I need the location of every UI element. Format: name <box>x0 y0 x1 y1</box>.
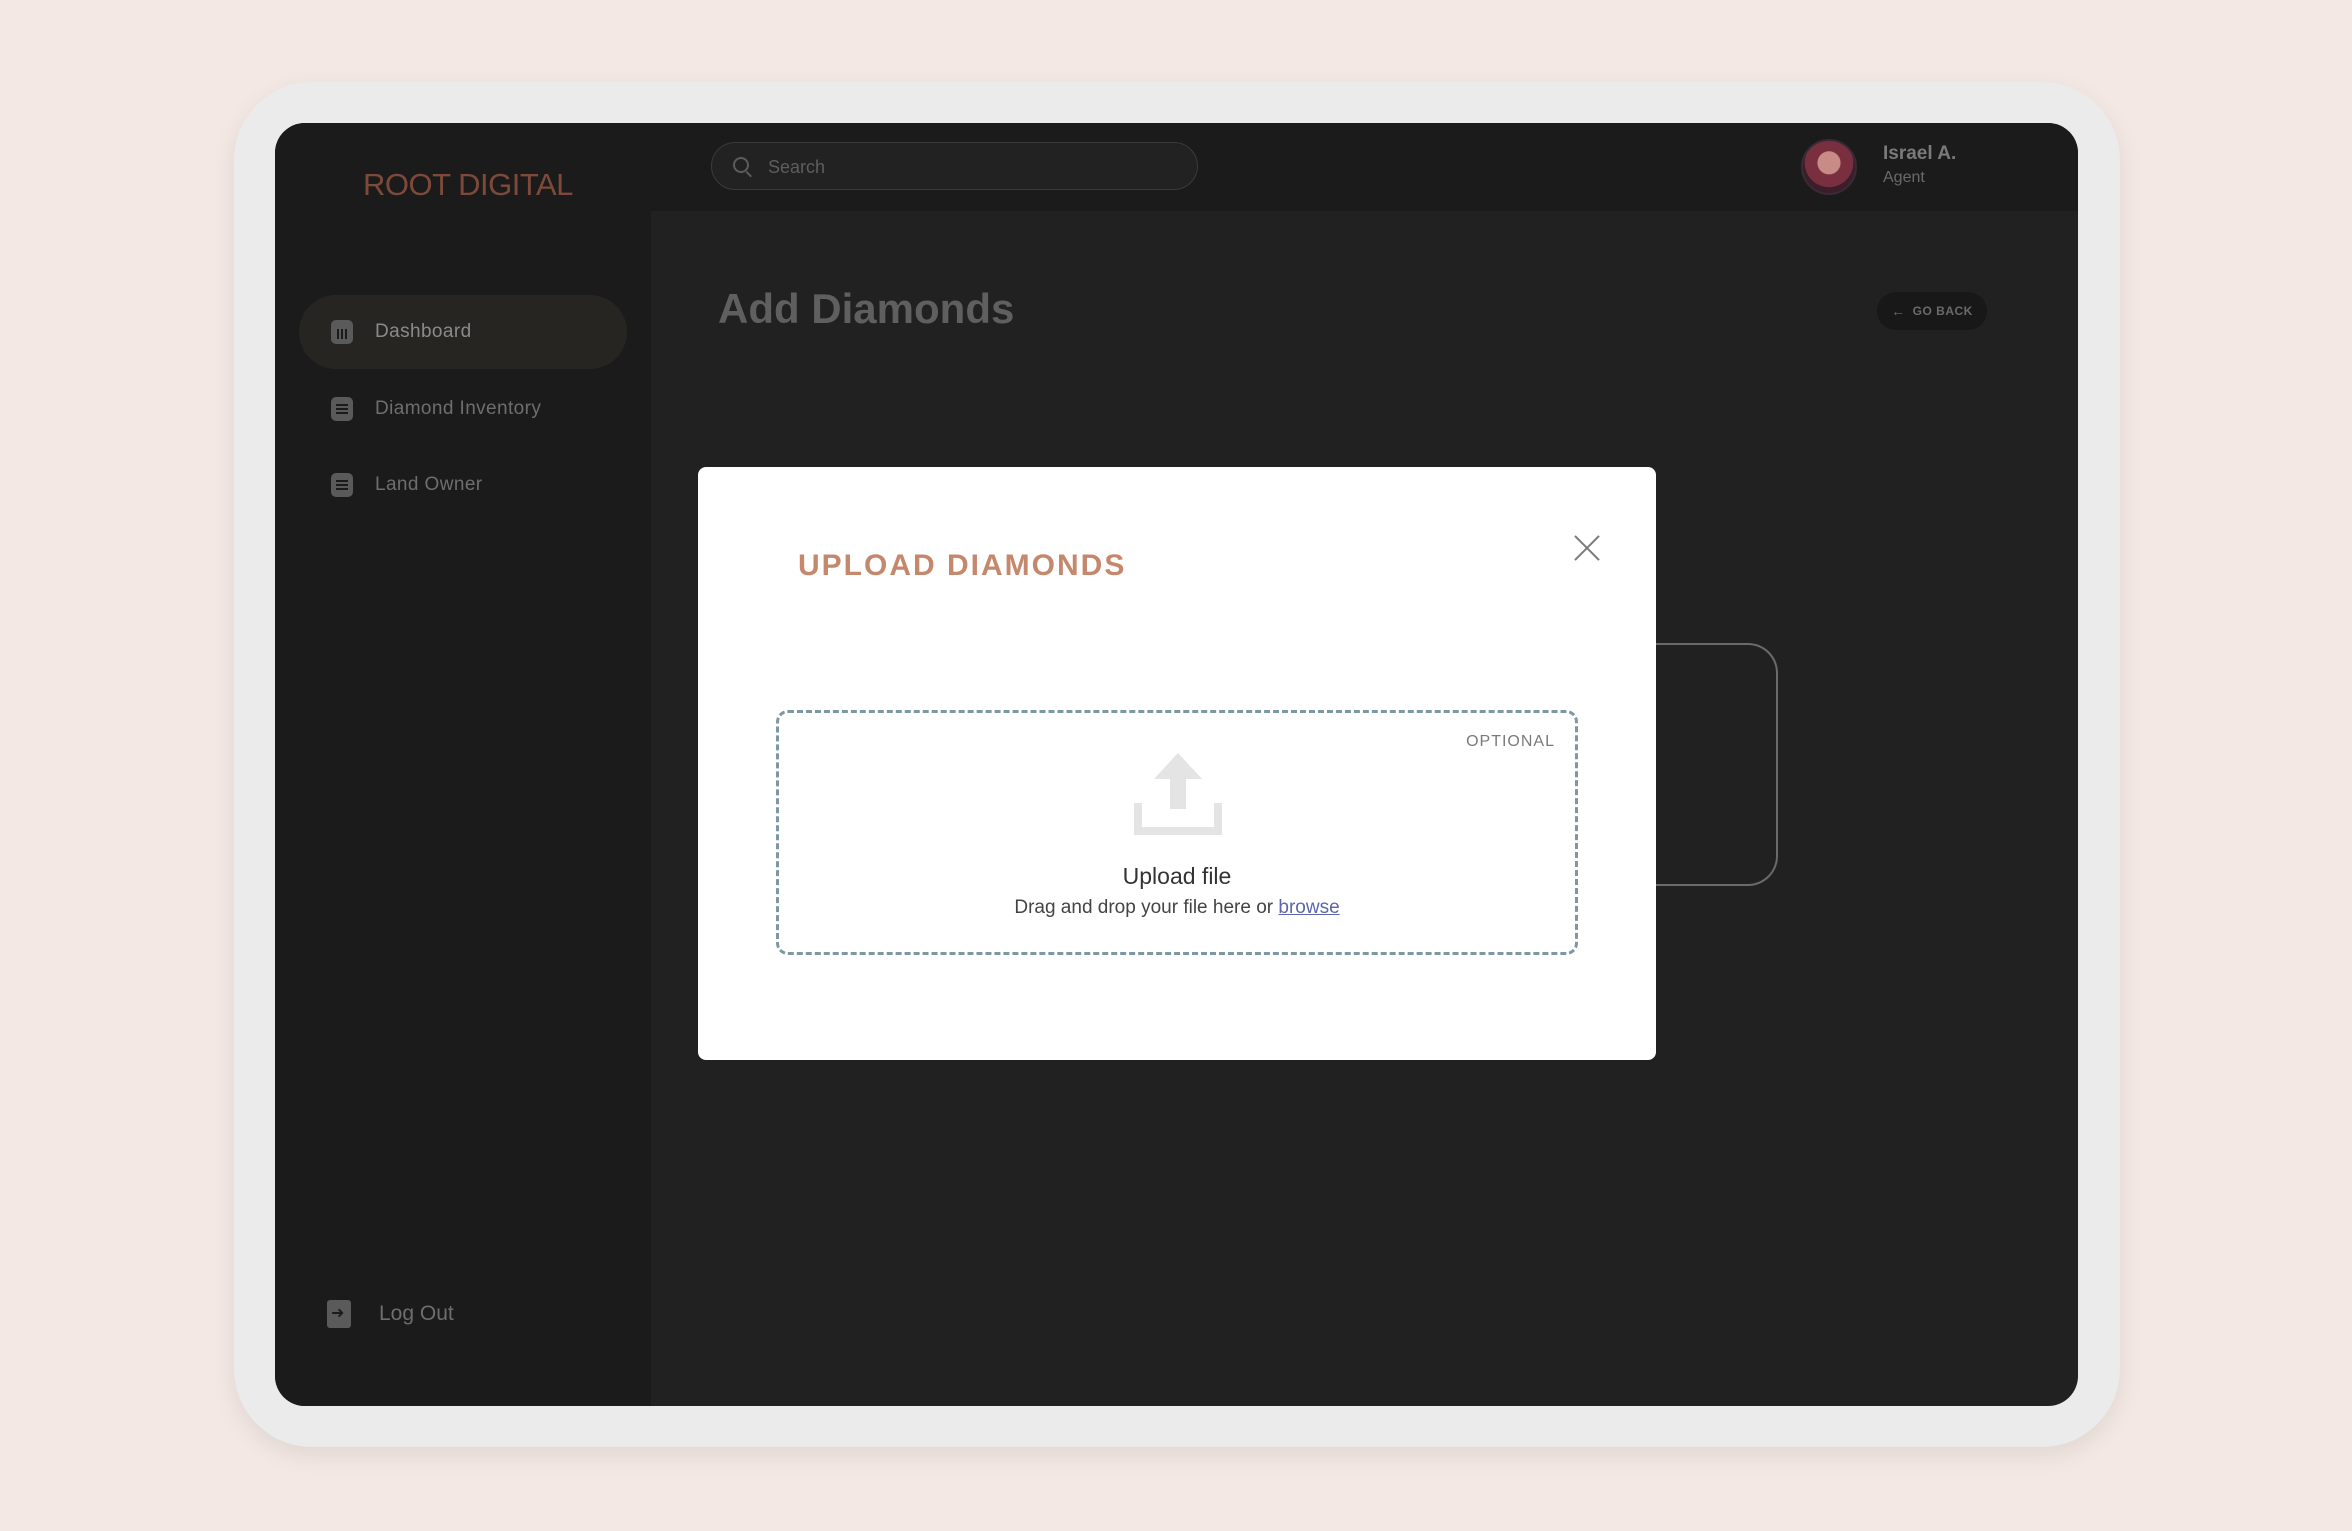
logout-label: Log Out <box>379 1302 454 1325</box>
go-back-button[interactable]: ← GO BACK <box>1877 292 1987 330</box>
sidebar-item-diamond-inventory[interactable]: Diamond Inventory <box>299 372 627 446</box>
search-input[interactable] <box>768 153 1168 181</box>
upload-icon <box>1134 753 1222 835</box>
optional-label: OPTIONAL <box>1466 733 1555 750</box>
logout-icon <box>327 1300 351 1328</box>
chart-icon <box>331 320 353 344</box>
user-role: Agent <box>1883 169 1925 186</box>
document-icon <box>331 473 353 497</box>
sidebar-item-label: Dashboard <box>375 321 472 342</box>
upload-modal: UPLOAD DIAMONDS OPTIONAL Upload file Dra… <box>698 467 1656 1060</box>
user-name: Israel A. <box>1883 143 1957 164</box>
sidebar: ROOT DIGITAL Dashboard Diamond Inventory… <box>275 123 651 1406</box>
top-bar: Israel A. Agent <box>651 123 2078 211</box>
upload-hint-text: Drag and drop your file here or <box>1014 897 1274 918</box>
browse-link[interactable]: browse <box>1278 897 1339 918</box>
search-icon <box>733 157 749 173</box>
arrow-left-icon: ← <box>1891 303 1906 319</box>
page-title: Add Diamonds <box>718 285 1015 332</box>
avatar[interactable] <box>1801 139 1857 195</box>
go-back-label: GO BACK <box>1912 304 1973 318</box>
file-dropzone[interactable]: OPTIONAL Upload file Drag and drop your … <box>776 710 1578 955</box>
sidebar-item-land-owner[interactable]: Land Owner <box>299 448 627 522</box>
search-box[interactable] <box>711 142 1198 190</box>
upload-hint: Drag and drop your file here or browse <box>779 897 1575 919</box>
sidebar-item-dashboard[interactable]: Dashboard <box>299 295 627 369</box>
logout-button[interactable]: Log Out <box>327 1300 454 1328</box>
sidebar-item-label: Diamond Inventory <box>375 398 542 419</box>
sidebar-item-label: Land Owner <box>375 474 483 495</box>
brand-logo: ROOT DIGITAL <box>363 167 573 202</box>
close-icon[interactable] <box>1572 533 1602 563</box>
modal-title: UPLOAD DIAMONDS <box>798 549 1127 582</box>
document-icon <box>331 397 353 421</box>
upload-file-label: Upload file <box>1122 863 1232 889</box>
